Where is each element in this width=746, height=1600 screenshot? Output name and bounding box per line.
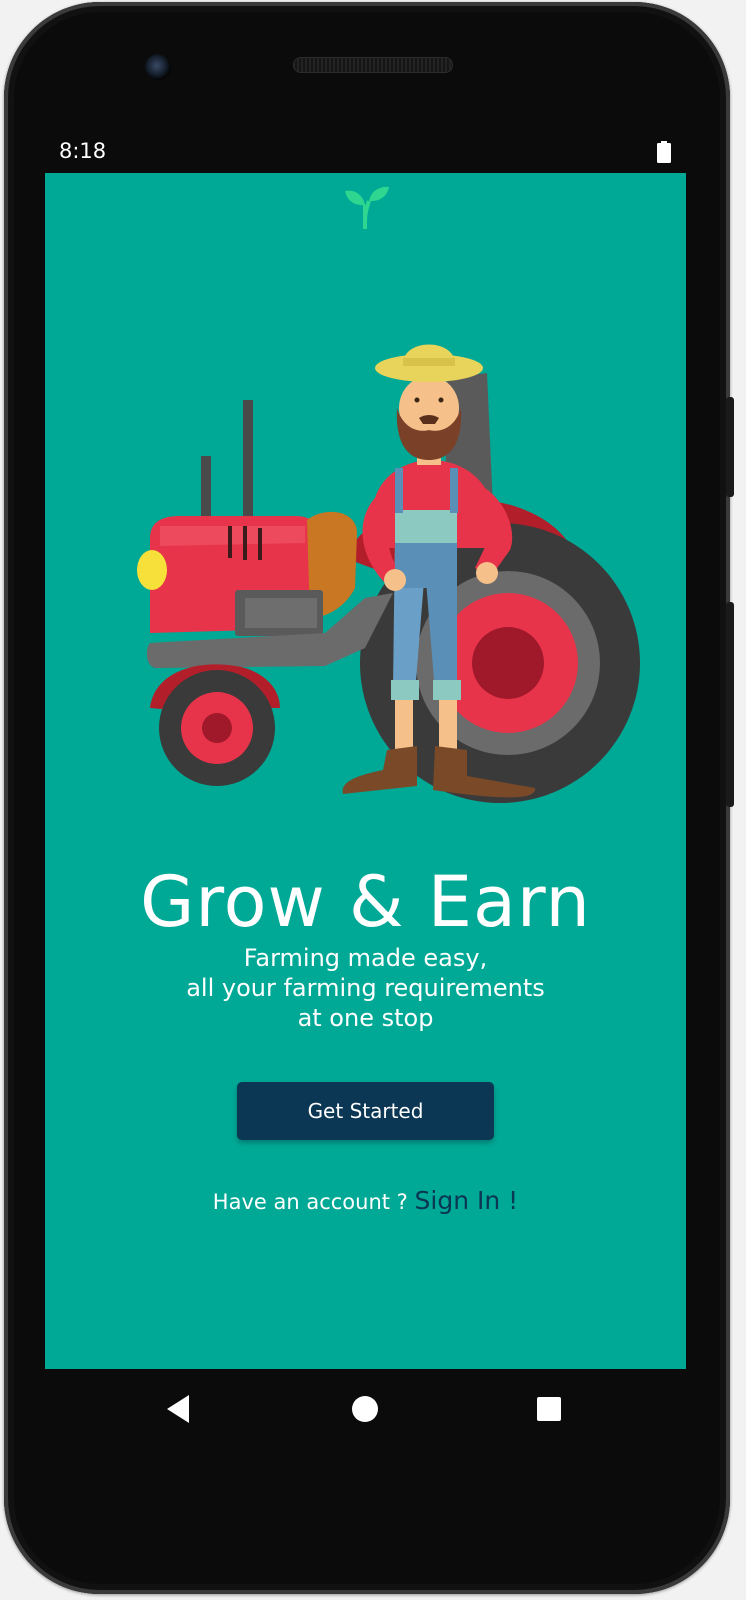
recents-square-icon[interactable] [529, 1389, 569, 1429]
app-screen: Grow & Earn Farming made easy, all your … [45, 173, 686, 1369]
system-nav-bar [45, 1369, 686, 1449]
back-triangle-icon[interactable] [159, 1389, 199, 1429]
status-time: 8:18 [59, 139, 107, 163]
front-camera [145, 54, 171, 80]
subtitle-line: Farming made easy, [243, 944, 488, 972]
app-subtitle: Farming made easy, all your farming requ… [45, 943, 686, 1033]
battery-icon [657, 141, 671, 163]
have-account-label: Have an account ? [212, 1190, 408, 1214]
get-started-button[interactable]: Get Started [237, 1082, 494, 1140]
farmer-tractor-illustration [137, 344, 640, 803]
home-circle-icon[interactable] [345, 1389, 385, 1429]
volume-button [726, 602, 734, 807]
app-title: Grow & Earn [140, 861, 591, 943]
subtitle-line: at one stop [297, 1004, 434, 1032]
phone-frame: 8:18 Grow & Earn Farming made easy, all … [4, 2, 734, 1594]
signin-row: Have an account ? Sign In ! [45, 1186, 686, 1215]
power-button [726, 397, 734, 497]
earpiece-speaker [293, 57, 453, 73]
sprout-icon [345, 186, 389, 229]
subtitle-line: all your farming requirements [186, 974, 545, 1002]
sign-in-link[interactable]: Sign In ! [415, 1186, 519, 1215]
